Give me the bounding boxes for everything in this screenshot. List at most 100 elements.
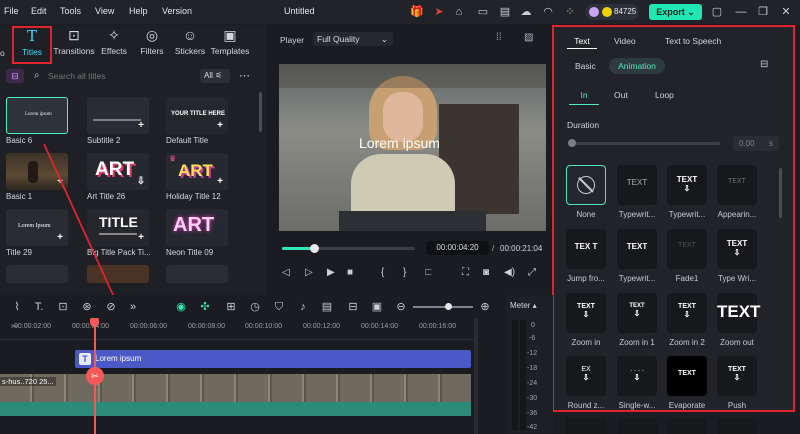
ruler-tick-label: 00:00:08:00 (188, 323, 225, 330)
anim-typewriter-1[interactable]: TEXT (617, 165, 657, 205)
ruler-tick-label: 00:00:10:00 (245, 323, 282, 330)
meter-scale: -24 (527, 380, 538, 387)
split-icon[interactable]: ⌇ (10, 300, 24, 314)
grid-view-icon[interactable]: ⁞⁞ (496, 32, 502, 43)
anim-none[interactable] (566, 165, 606, 205)
anim-cell-partial[interactable] (717, 418, 757, 434)
animations-scrollbar[interactable] (779, 168, 782, 218)
anim-label: Fade1 (675, 274, 699, 283)
video-overlay-title[interactable]: Lorem ipsum (359, 135, 440, 151)
playhead-handle[interactable] (90, 318, 99, 327)
camera-icon[interactable]: ◙ (483, 267, 489, 278)
step-play-icon[interactable]: ▷ (305, 267, 313, 278)
anim-single-word[interactable]: . . . . ⇩ (617, 356, 657, 396)
anim-evaporate[interactable]: TEXT (667, 356, 707, 396)
tab-text-to-speech[interactable]: Text to Speech (665, 33, 721, 49)
snap-icon[interactable]: ✣ (198, 300, 212, 314)
record-icon[interactable]: ⊞ (224, 300, 238, 314)
audio-clip[interactable] (0, 402, 471, 416)
anim-cell-partial[interactable] (566, 418, 606, 434)
anim-label: Evaporate (668, 401, 706, 410)
tab-text[interactable]: Text (567, 33, 597, 49)
video-preview: Lorem ipsum (279, 64, 546, 231)
duration-slider[interactable] (568, 139, 720, 147)
voiceover-icon[interactable]: ▤ (320, 300, 334, 314)
text-clip-icon: T (79, 353, 91, 365)
stop-icon[interactable]: ■ (347, 267, 353, 278)
anim-label: Typewrit... (668, 210, 706, 219)
more-tools-icon[interactable]: » (126, 300, 140, 314)
meter-label[interactable]: Meter ▴ (510, 301, 537, 310)
anim-fade1[interactable]: TEXT (667, 229, 707, 269)
marker-icon[interactable]: ◷ (248, 300, 262, 314)
anim-zoom-in[interactable]: TEXT ⇩ (566, 293, 606, 333)
anim-tab-loop[interactable]: Loop (655, 88, 674, 102)
grid-icon[interactable]: ⊟ (346, 300, 360, 314)
meter-scale: -36 (527, 410, 538, 417)
time-separator: / (492, 244, 495, 253)
subtab-basic[interactable]: Basic (575, 60, 596, 72)
meter-scale: -18 (527, 365, 538, 372)
anim-zoom-in-2[interactable]: TEXT ⇩ (667, 293, 707, 333)
anim-typewriter-3[interactable]: TEXT (617, 229, 657, 269)
shield-icon[interactable]: ⛉ (272, 300, 286, 314)
anim-cell-partial[interactable] (617, 418, 657, 434)
anim-zoom-out[interactable]: TEXT (717, 293, 760, 333)
anim-zoom-in-1[interactable]: TEXT ⇩ (617, 293, 657, 333)
tab-video[interactable]: Video (614, 33, 636, 49)
picture-icon[interactable]: ▣ (370, 300, 384, 314)
playback-progress-track[interactable] (282, 244, 415, 253)
add-text-icon[interactable]: T. (32, 300, 46, 314)
play-icon[interactable]: ▶ (327, 267, 335, 278)
ruler-tick-label: 00:00:12:00 (303, 323, 340, 330)
chevron-down-icon: ⌄ (380, 34, 388, 44)
fullscreen-icon[interactable]: ⛶ (462, 267, 469, 278)
video-clip[interactable]: s-hus..720 25... (0, 374, 471, 402)
expand-icon[interactable]: ⤢ (528, 267, 536, 278)
save-preset-icon[interactable]: ⊟ (760, 59, 768, 70)
window-blinds (279, 64, 546, 88)
zoom-knob[interactable] (445, 303, 452, 310)
anim-label: Single-w... (618, 401, 656, 410)
anim-type-writer[interactable]: TEXT ⇩ (717, 229, 757, 269)
speed-icon[interactable]: ⊘ (104, 300, 118, 314)
anim-label: Appearin... (717, 210, 757, 219)
anim-label: Zoom out (720, 338, 754, 347)
anim-push[interactable]: TEXT ⇩ (717, 356, 757, 396)
prev-frame-icon[interactable]: ◁ (282, 267, 290, 278)
insert-icon[interactable]: ⊏ (424, 267, 432, 278)
anim-tab-in[interactable]: In (569, 88, 599, 105)
microphone-icon[interactable]: ♪ (296, 300, 310, 314)
timeline-scrollbar[interactable] (474, 318, 478, 434)
volume-icon[interactable]: ◀) (504, 267, 515, 278)
meter-scale: -12 (527, 350, 538, 357)
duration-slider-knob[interactable] (568, 139, 576, 147)
anim-label: Round z... (567, 401, 605, 410)
anim-jump-from[interactable]: TEX T (566, 229, 606, 269)
subtab-animation[interactable]: Animation (609, 58, 665, 74)
zoom-out-icon[interactable]: ⊖ (394, 300, 408, 314)
zoom-slider[interactable] (413, 303, 473, 310)
video-thumbnails (0, 374, 471, 402)
quality-select[interactable]: Full Quality ⌄ (313, 32, 393, 46)
color-icon[interactable]: ⊛ (80, 300, 94, 314)
duration-input[interactable]: 0.00 s (733, 136, 779, 151)
current-time[interactable]: 00:00:04:20 (426, 241, 489, 255)
playhead-knob[interactable] (310, 244, 319, 253)
text-clip[interactable]: T Lorem ipsum (75, 350, 471, 368)
meter-scale: -42 (527, 424, 538, 431)
anim-appearing[interactable]: TEXT (717, 165, 757, 205)
ai-tools-icon[interactable]: ◉ (174, 300, 188, 314)
anim-tab-out[interactable]: Out (614, 88, 628, 102)
anim-cell-partial[interactable] (667, 418, 707, 434)
snapshot-image-icon[interactable]: ▨ (524, 32, 533, 43)
zoom-in-icon[interactable]: ⊕ (478, 300, 492, 314)
download-icon: ⇩ (733, 373, 741, 382)
scissors-icon[interactable]: ✂ (86, 367, 104, 385)
anim-typewriter-2[interactable]: TEXT ⇩ (667, 165, 707, 205)
ruler-tick-label: 00:00:02:00 (14, 323, 51, 330)
crop-icon[interactable]: ⊡ (56, 300, 70, 314)
mark-out-icon[interactable]: } (403, 267, 406, 278)
anim-round-zoom[interactable]: EX ⇩ (566, 356, 606, 396)
mark-in-icon[interactable]: { (381, 267, 384, 278)
